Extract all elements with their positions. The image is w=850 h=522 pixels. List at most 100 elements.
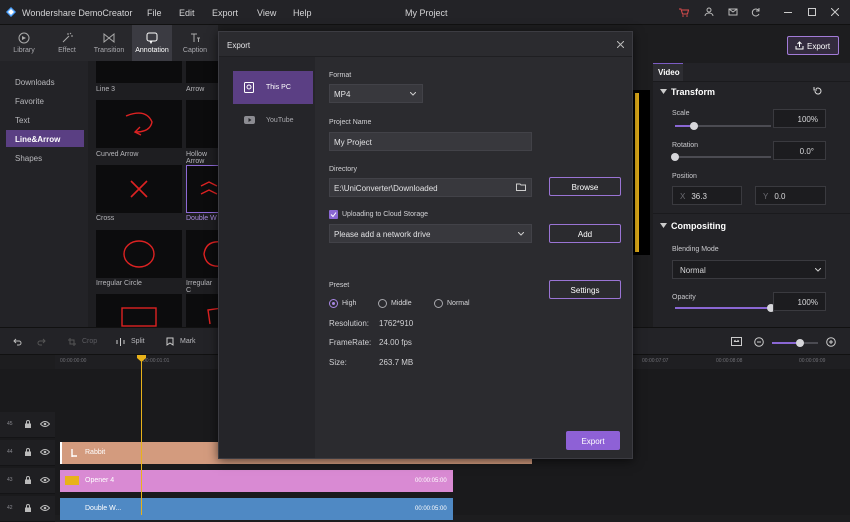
thumb-shape[interactable] <box>186 294 218 327</box>
undo-icon[interactable] <box>13 338 22 346</box>
chevron-down-icon[interactable] <box>660 89 667 94</box>
ruler-tick: 00:00:07:07 <box>642 358 669 364</box>
thumb-cross[interactable] <box>96 165 182 213</box>
tab-annotation[interactable]: Annotation <box>132 25 172 61</box>
network-drive-select[interactable]: Please add a network drive <box>329 224 532 243</box>
rotation-slider[interactable] <box>671 153 771 161</box>
tab-caption[interactable]: Caption <box>175 25 215 61</box>
export-button[interactable]: Export <box>787 36 839 55</box>
menu-view[interactable]: View <box>257 8 276 18</box>
menu-export[interactable]: Export <box>212 8 238 18</box>
thumb-curved-arrow[interactable] <box>96 100 182 148</box>
opacity-slider[interactable] <box>675 304 775 312</box>
category-text[interactable]: Text <box>6 111 84 128</box>
preset-middle-radio[interactable] <box>378 299 387 308</box>
thumb-irregular-circle[interactable] <box>96 230 182 278</box>
opacity-label: Opacity <box>672 294 696 301</box>
clip-opener-4[interactable]: Opener 4 00:00:05:00 <box>60 470 453 492</box>
scale-input[interactable]: 100% <box>773 109 826 128</box>
shape-icon <box>207 307 218 325</box>
zoom-in-icon[interactable] <box>826 337 836 347</box>
position-y-input[interactable]: Y 0.0 <box>755 186 826 205</box>
thumb-rectangle[interactable] <box>96 294 182 327</box>
tab-video[interactable]: Video <box>653 63 683 81</box>
sync-icon[interactable] <box>751 7 761 17</box>
rotation-input[interactable]: 0.0° <box>773 141 826 160</box>
crop-label[interactable]: Crop <box>82 338 97 345</box>
nav-youtube[interactable]: YouTube <box>233 104 313 137</box>
reset-icon[interactable] <box>813 86 823 96</box>
category-downloads[interactable]: Downloads <box>6 73 84 90</box>
app-logo-icon <box>6 7 16 17</box>
thumb-arrow[interactable] <box>186 61 218 83</box>
thumb-hollow-arrow[interactable] <box>186 100 218 148</box>
slider-knob[interactable] <box>690 122 699 130</box>
category-line-arrow[interactable]: Line&Arrow <box>6 130 84 147</box>
cloud-storage-checkbox[interactable] <box>329 210 338 219</box>
format-select[interactable]: MP4 <box>329 84 423 103</box>
mail-icon[interactable] <box>728 7 738 17</box>
lock-icon[interactable] <box>24 448 32 456</box>
close-icon[interactable] <box>617 41 624 48</box>
clip-label: Rabbit <box>85 449 106 456</box>
thumb-double-w[interactable] <box>186 165 218 213</box>
clip-double-w[interactable]: Double W... 00:00:05:00 <box>60 498 453 520</box>
lock-icon[interactable] <box>24 476 32 484</box>
eye-icon[interactable] <box>40 420 50 428</box>
thumb-irregular-c[interactable] <box>186 230 218 278</box>
y-label: Y <box>763 192 769 201</box>
settings-button[interactable]: Settings <box>549 280 621 299</box>
eye-icon[interactable] <box>40 476 50 484</box>
track-header: 43 <box>0 468 55 494</box>
directory-input[interactable]: E:\UniConverter\Downloaded <box>329 178 532 197</box>
mark-icon[interactable] <box>166 337 174 346</box>
minimize-icon[interactable] <box>784 12 792 14</box>
mark-label[interactable]: Mark <box>180 338 196 345</box>
category-shapes[interactable]: Shapes <box>6 149 84 166</box>
fit-icon[interactable] <box>731 337 742 346</box>
project-name-input[interactable]: My Project <box>329 132 532 151</box>
opacity-input[interactable]: 100% <box>773 292 826 311</box>
close-icon[interactable] <box>831 8 839 16</box>
maximize-icon[interactable] <box>808 8 816 16</box>
zoom-slider[interactable] <box>772 339 818 347</box>
browse-button[interactable]: Browse <box>549 177 621 196</box>
blending-mode-select[interactable]: Normal <box>672 260 826 279</box>
cart-icon[interactable] <box>679 8 689 17</box>
tab-library[interactable]: Library <box>4 25 44 61</box>
tab-label: Effect <box>58 47 76 54</box>
add-button[interactable]: Add <box>549 224 621 243</box>
eye-icon[interactable] <box>40 448 50 456</box>
category-favorite[interactable]: Favorite <box>6 92 84 109</box>
position-x-input[interactable]: X 36.3 <box>672 186 742 205</box>
zoom-out-icon[interactable] <box>754 337 764 347</box>
split-icon[interactable] <box>116 338 125 346</box>
scale-slider[interactable] <box>675 122 771 130</box>
nav-this-pc[interactable]: This PC <box>233 71 313 104</box>
playhead[interactable] <box>141 355 142 515</box>
nav-label: This PC <box>266 84 291 91</box>
preset-normal-radio[interactable] <box>434 299 443 308</box>
slider-knob[interactable] <box>795 339 804 347</box>
tab-transition[interactable]: Transition <box>89 25 129 61</box>
dialog-export-button[interactable]: Export <box>566 431 620 450</box>
track-number: 45 <box>7 421 13 427</box>
menu-edit[interactable]: Edit <box>179 8 195 18</box>
thumb-line-3[interactable] <box>96 61 182 83</box>
crop-icon[interactable] <box>68 338 76 346</box>
playhead-handle-icon[interactable] <box>137 355 146 362</box>
menu-help[interactable]: Help <box>293 8 312 18</box>
preset-high-radio[interactable] <box>329 299 338 308</box>
eye-icon[interactable] <box>40 504 50 512</box>
user-icon[interactable] <box>704 7 714 17</box>
slider-knob[interactable] <box>671 153 679 161</box>
lock-icon[interactable] <box>24 420 32 428</box>
menu-file[interactable]: File <box>147 8 162 18</box>
redo-icon[interactable] <box>37 338 46 346</box>
split-label[interactable]: Split <box>131 338 145 345</box>
tab-effect[interactable]: Effect <box>47 25 87 61</box>
chevron-down-icon[interactable] <box>660 223 667 228</box>
folder-icon[interactable] <box>516 183 526 191</box>
ruler-tick: 00:00:09:09 <box>799 358 826 364</box>
lock-icon[interactable] <box>24 504 32 512</box>
